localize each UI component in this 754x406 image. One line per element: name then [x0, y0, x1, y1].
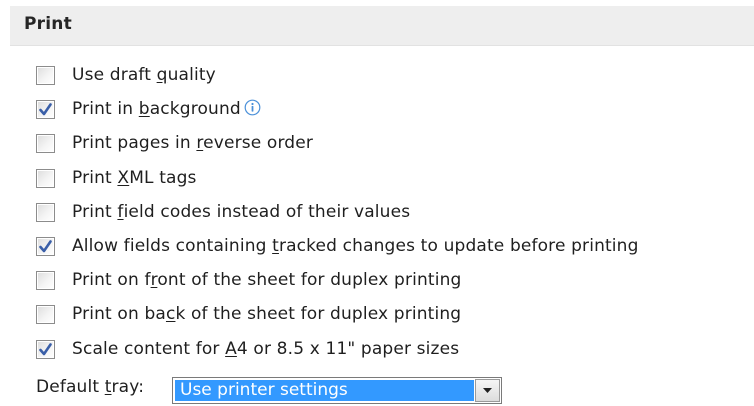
option-label: Allow fields containing tracked changes …: [72, 235, 639, 256]
checkbox-print-reverse-order[interactable]: [36, 134, 55, 154]
checkbox-use-draft-quality[interactable]: [36, 66, 55, 85]
default-tray-label: Default tray:: [36, 377, 145, 397]
default-tray-dropdown[interactable]: Use printer settings: [172, 377, 502, 404]
option-print-in-background[interactable]: Print in background: [36, 96, 639, 130]
default-tray-selected-value: Use printer settings: [175, 380, 474, 401]
option-print-field-codes[interactable]: Print field codes instead of their value…: [36, 199, 639, 233]
info-icon[interactable]: [244, 99, 261, 116]
section-header: Print: [10, 6, 754, 46]
option-scale-content-paper-sizes[interactable]: Scale content for A4 or 8.5 x 11" paper …: [36, 336, 639, 370]
dropdown-arrow-button[interactable]: [475, 379, 500, 402]
checkbox-print-in-background[interactable]: [36, 100, 55, 120]
option-label: Scale content for A4 or 8.5 x 11" paper …: [72, 338, 460, 359]
checkbox-allow-tracked-changes-update[interactable]: [36, 236, 55, 256]
section-title: Print: [24, 14, 72, 34]
option-print-reverse-order[interactable]: Print pages in reverse order: [36, 130, 639, 164]
option-print-front-duplex[interactable]: Print on front of the sheet for duplex p…: [36, 267, 639, 301]
print-options-list: Use draft quality Print in background Pr…: [36, 62, 639, 370]
option-label: Print on front of the sheet for duplex p…: [72, 270, 462, 291]
option-label: Print in background: [72, 96, 261, 122]
option-use-draft-quality[interactable]: Use draft quality: [36, 62, 639, 96]
option-allow-tracked-changes-update[interactable]: Allow fields containing tracked changes …: [36, 233, 639, 267]
option-print-xml-tags[interactable]: Print XML tags: [36, 165, 639, 199]
option-label: Use draft quality: [72, 65, 216, 85]
checkbox-print-field-codes[interactable]: [36, 202, 55, 222]
option-label: Print pages in reverse order: [72, 133, 313, 154]
option-label: Print XML tags: [72, 167, 197, 188]
option-print-back-duplex[interactable]: Print on back of the sheet for duplex pr…: [36, 301, 639, 335]
option-label: Print on back of the sheet for duplex pr…: [72, 304, 462, 325]
chevron-down-icon: [483, 388, 492, 393]
option-label: Print field codes instead of their value…: [72, 201, 411, 222]
checkbox-print-front-duplex[interactable]: [36, 271, 55, 291]
checkbox-print-back-duplex[interactable]: [36, 305, 55, 325]
checkbox-scale-content-paper-sizes[interactable]: [36, 339, 55, 359]
default-tray-row: Default tray: Use printer settings: [36, 377, 502, 404]
checkbox-print-xml-tags[interactable]: [36, 168, 55, 188]
